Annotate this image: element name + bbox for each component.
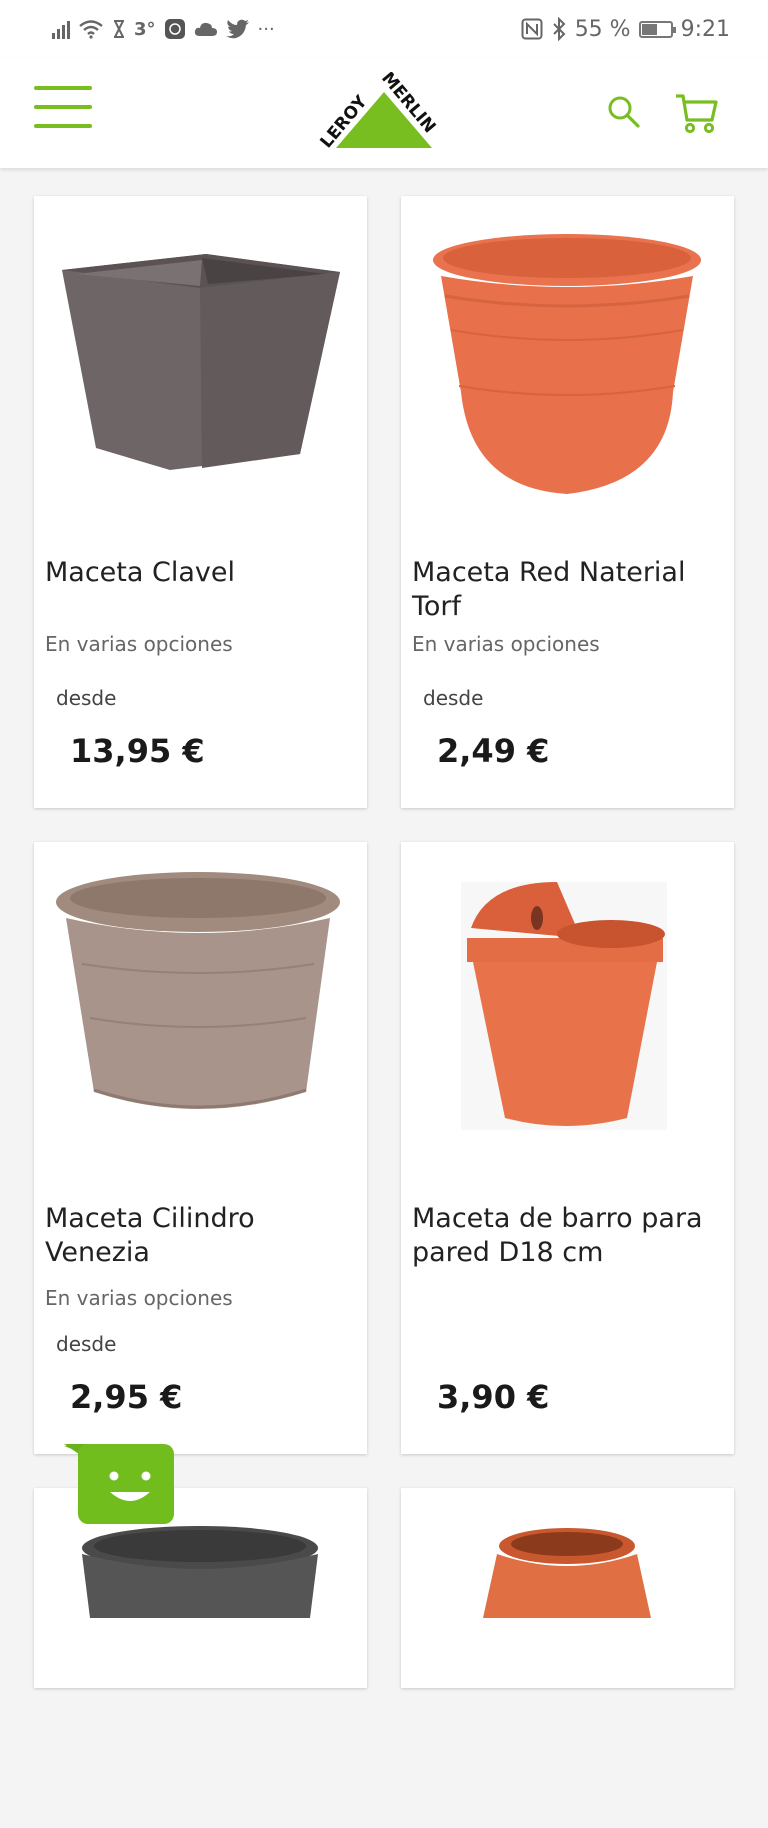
temperature: 3° bbox=[134, 18, 156, 40]
product-name: Maceta de barro para pared D18 cm bbox=[412, 1203, 703, 1268]
product-image bbox=[483, 1528, 651, 1618]
product-card[interactable] bbox=[401, 1488, 734, 1688]
product-subtitle: En varias opciones bbox=[45, 632, 233, 656]
app-notification-icon bbox=[164, 19, 185, 39]
product-card[interactable]: Maceta Red Naterial Torf En varias opcio… bbox=[401, 196, 734, 808]
product-subtitle: En varias opciones bbox=[412, 632, 600, 656]
twitter-icon bbox=[225, 19, 249, 39]
signal-icon bbox=[52, 19, 70, 39]
product-price: 3,90 € bbox=[437, 1378, 550, 1416]
status-icons-left: 3° ··· bbox=[52, 14, 275, 44]
clock: 9:21 bbox=[680, 16, 730, 42]
status-icons-right: 55 % 9:21 bbox=[521, 14, 730, 44]
product-price: 13,95 € bbox=[70, 732, 205, 770]
product-price: 2,49 € bbox=[437, 732, 550, 770]
chat-assistant-button[interactable] bbox=[64, 1444, 176, 1526]
product-card[interactable]: Maceta de barro para pared D18 cm 3,90 € bbox=[401, 842, 734, 1454]
product-image bbox=[433, 234, 701, 494]
hamburger-menu-button[interactable] bbox=[34, 86, 92, 130]
product-name: Maceta Red Naterial Torf bbox=[412, 557, 686, 622]
product-image bbox=[82, 1526, 318, 1618]
more-notifications: ··· bbox=[257, 18, 275, 40]
cart-icon[interactable] bbox=[674, 92, 718, 134]
leroy-merlin-logo[interactable]: LEROY MERLIN bbox=[318, 72, 450, 156]
battery-percentage: 55 % bbox=[574, 16, 631, 42]
product-price: 2,95 € bbox=[70, 1378, 183, 1416]
product-name: Maceta Clavel bbox=[45, 557, 236, 588]
wifi-icon bbox=[79, 20, 103, 39]
product-name: Maceta Cilindro Venezia bbox=[45, 1203, 255, 1268]
hourglass-icon bbox=[114, 20, 124, 38]
product-image bbox=[461, 882, 667, 1130]
app-header: LEROY MERLIN bbox=[0, 58, 768, 168]
battery-icon bbox=[638, 20, 676, 38]
product-image bbox=[56, 872, 340, 1109]
price-prefix: desde bbox=[56, 686, 117, 710]
bluetooth-icon bbox=[552, 17, 566, 41]
product-card[interactable]: Maceta Clavel En varias opciones desde 1… bbox=[34, 196, 367, 808]
nfc-icon bbox=[521, 18, 543, 40]
cloud-icon bbox=[194, 22, 217, 36]
product-subtitle: En varias opciones bbox=[45, 1286, 233, 1310]
status-bar: 3° ··· 55 % 9:21 bbox=[0, 0, 768, 58]
search-icon[interactable] bbox=[606, 94, 642, 130]
product-image bbox=[62, 254, 340, 470]
product-card[interactable]: Maceta Cilindro Venezia En varias opcion… bbox=[34, 842, 367, 1454]
price-prefix: desde bbox=[423, 686, 484, 710]
price-prefix: desde bbox=[56, 1332, 117, 1356]
